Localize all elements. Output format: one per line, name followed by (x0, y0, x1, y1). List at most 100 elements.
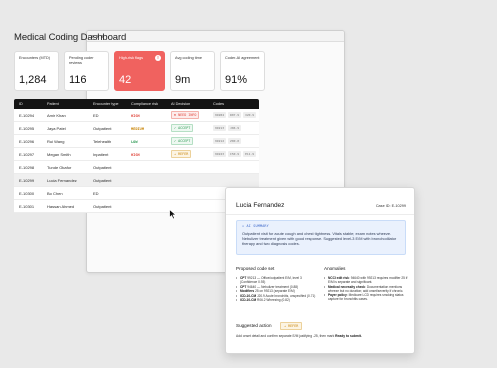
stat-card-encounters[interactable]: Encounters (MTD) 1,284 (14, 51, 59, 91)
table-row[interactable]: E-10301 Hassan Ahmed Outpatient (14, 200, 259, 213)
decision-badge[interactable]: ✖ NEED INFO (171, 111, 200, 119)
anomalies-title: Anomalies (324, 266, 346, 271)
suggested-action-label: REFER (288, 324, 299, 328)
table-row[interactable]: E-10298 Tunde Okafor Outpatient (14, 161, 259, 174)
cell-id: E-10297 (19, 151, 35, 157)
column-header-codes[interactable]: Codes (208, 102, 259, 106)
risk-tag: HIGH (131, 152, 140, 157)
suggested-action-badge[interactable]: → REFER (280, 322, 303, 330)
column-header-ai-decision[interactable]: AI Decision (166, 102, 208, 106)
cell-encounter-type: Outpatient (93, 177, 112, 183)
column-header-compliance-risk[interactable]: Compliance risk (126, 102, 166, 106)
code-chip: E11.9 (243, 151, 257, 157)
mouse-cursor-icon (169, 209, 177, 220)
stat-value: 9m (175, 74, 191, 86)
stat-cards: Encounters (MTD) 1,284 Pending coder rev… (14, 51, 265, 91)
code-chip: 99284 (213, 112, 227, 118)
stat-card-pending-reviews[interactable]: Pending coder reviews 116 (64, 51, 109, 91)
risk-tag: MEDIUM (131, 126, 144, 131)
ai-summary-title: ✦ AI SUMMARY (242, 224, 400, 228)
code-chip: 99212 (213, 138, 227, 144)
cell-encounter-type: Outpatient (93, 203, 112, 209)
decision-label: NEED INFO (178, 113, 197, 117)
cell-patient: Jaya Patel (47, 125, 66, 131)
cell-encounter-type: ED (93, 190, 99, 196)
cell-patient: Megan Smith (47, 151, 71, 157)
dashboard-title: Medical Coding Dashboard (14, 32, 127, 43)
list-item: CPT 94640 — Nebulizer treatment (0.88) (236, 285, 316, 289)
case-detail-panel: Lucia Fernandez Case ID: E-10299 ✦ AI SU… (225, 187, 415, 354)
stat-value: 91% (225, 74, 248, 86)
table-row[interactable]: E-10300 Bo Chen ED (14, 187, 259, 200)
cell-encounter-type: Inpatient (93, 151, 109, 157)
decision-badge[interactable]: ✓ ACCEPT (171, 137, 194, 145)
stat-label: Coder-AI agreement (225, 56, 260, 60)
list-item: NCCI edit risk: 94640 with 99213 require… (324, 276, 408, 284)
stat-label: High-risk flags (119, 56, 144, 60)
column-header-id[interactable]: ID (14, 102, 42, 106)
stat-label: Pending coder reviews (69, 56, 94, 65)
list-item: Medical necessity check: Documentation m… (324, 285, 408, 293)
code-chip: 99213 (213, 125, 227, 131)
decision-label: ACCEPT (178, 139, 191, 143)
table-row[interactable]: E-10297 Megan Smith Inpatient HIGH → REF… (14, 148, 259, 161)
column-header-patient[interactable]: Patient (42, 102, 88, 106)
risk-tag: LOW (131, 139, 138, 144)
table-row[interactable]: E-10295 Jaya Patel Outpatient MEDIUM ✓ A… (14, 122, 259, 135)
ai-summary-heading: AI SUMMARY (246, 224, 269, 228)
code-chip: 99223 (213, 151, 227, 157)
list-item: Modifiers 25 on 99213 (separate E/M) (236, 289, 316, 293)
cell-patient: Amir Khan (47, 112, 66, 118)
code-chip: Z00.0 (228, 138, 242, 144)
stat-value: 116 (69, 74, 87, 86)
cell-encounter-type: Telehealth (93, 138, 112, 144)
cell-encounter-type: Outpatient (93, 125, 112, 131)
stat-card-avg-coding-time[interactable]: Avg coding time 9m (170, 51, 215, 91)
detail-case-id: Case ID: E-10299 (375, 204, 406, 208)
cell-encounter-type: ED (93, 112, 99, 118)
encounters-table: ID Patient Encounter type Compliance ris… (14, 99, 259, 213)
decision-label: REFER (178, 152, 189, 156)
detail-patient-name: Lucia Fernandez (236, 202, 285, 209)
cell-patient: Rui Wang (47, 138, 65, 144)
decision-badge[interactable]: → REFER (171, 150, 192, 158)
ai-summary-text: Outpatient visit for acute cough and che… (242, 231, 397, 247)
ai-summary-box: ✦ AI SUMMARY Outpatient visit for acute … (236, 220, 406, 255)
stat-value: 42 (119, 74, 132, 86)
stat-card-high-risk-flags[interactable]: High-risk flags ! 42 (114, 51, 165, 91)
cell-id: E-10298 (19, 164, 35, 170)
proposed-codes-title: Proposed code set (236, 266, 275, 271)
proposed-codes-list: CPT 99213 — Office/outpatient E/M, level… (236, 276, 316, 303)
cell-patient: Tunde Okafor (47, 164, 72, 170)
stat-label: Encounters (MTD) (19, 56, 51, 60)
divider (226, 214, 414, 215)
cell-patient: Bo Chen (47, 190, 63, 196)
column-header-encounter-type[interactable]: Encounter type (88, 102, 126, 106)
table-row-selected[interactable]: E-10299 Lucia Fernandez Outpatient (14, 174, 259, 187)
risk-tag: HIGH (131, 113, 140, 118)
cell-id: E-10294 (19, 112, 35, 118)
suggested-action-title: Suggested action (236, 323, 272, 328)
table-row[interactable]: E-10294 Amir Khan ED HIGH ✖ NEED INFO 99… (14, 109, 259, 122)
sparkle-icon: ✦ (242, 224, 245, 228)
cell-encounter-type: Outpatient (93, 164, 112, 170)
stat-card-agreement[interactable]: Coder-AI agreement 91% (220, 51, 265, 91)
cell-id: E-10295 (19, 125, 35, 131)
cell-patient: Hassan Ahmed (47, 203, 75, 209)
cell-id: E-10300 (19, 190, 35, 196)
suggested-action-text: Add onset detail and confirm separate E/… (236, 334, 362, 338)
table-header: ID Patient Encounter type Compliance ris… (14, 99, 259, 109)
code-chip: I20.9 (243, 112, 257, 118)
code-chip: R07.9 (228, 112, 242, 118)
table-row[interactable]: E-10296 Rui Wang Telehealth LOW ✓ ACCEPT… (14, 135, 259, 148)
cell-id: E-10299 (19, 177, 35, 183)
alert-icon: ! (155, 55, 161, 61)
stat-label: Avg coding time (175, 56, 202, 60)
anomalies-list: NCCI edit risk: 94640 with 99213 require… (324, 276, 408, 302)
list-item: ICD-10-CM J20.9 Acute bronchitis, unspec… (236, 294, 316, 298)
cell-id: E-10296 (19, 138, 35, 144)
list-item: CPT 99213 — Office/outpatient E/M, level… (236, 276, 316, 284)
stat-value: 1,284 (19, 74, 47, 86)
decision-label: ACCEPT (178, 126, 191, 130)
decision-badge[interactable]: ✓ ACCEPT (171, 124, 194, 132)
